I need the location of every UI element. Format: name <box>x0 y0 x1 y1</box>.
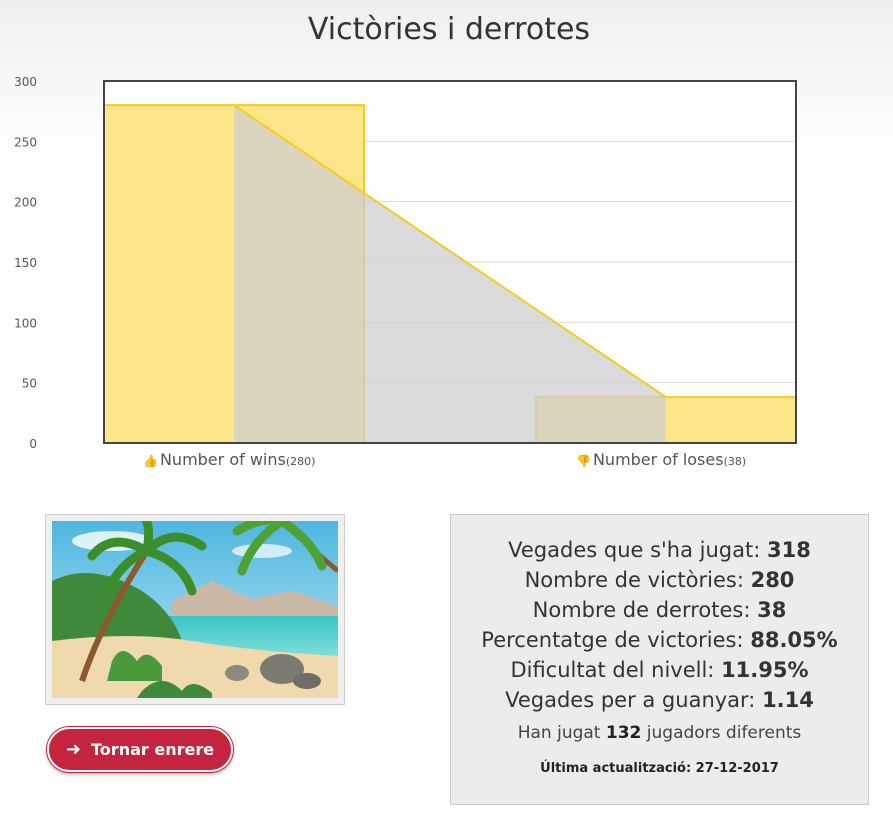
y-tick-label: 0 <box>29 437 37 451</box>
stat-wins: Nombre de victòries: 280 <box>524 568 795 592</box>
y-tick-label: 100 <box>14 316 37 330</box>
thumbs-down-icon: 👎 <box>576 454 591 468</box>
x-tick-loses: 👎 Number of loses(38) <box>576 450 746 469</box>
stat-loses: Nombre de derrotes: 38 <box>532 598 787 622</box>
stats-panel: Vegades que s'ha jugat: 318 Nombre de vi… <box>450 514 869 805</box>
level-thumbnail <box>45 514 345 705</box>
bar-chart: 0 50 100 150 200 250 300 <box>14 75 797 451</box>
arrow-left-icon: ➜ <box>65 739 82 760</box>
x-tick-label: Number of wins <box>159 450 286 469</box>
stat-players: Han jugat 132 jugadors diferents <box>517 723 802 743</box>
back-button-label: Tornar enrere <box>91 740 215 759</box>
y-tick-label: 300 <box>14 75 37 89</box>
y-tick-label: 200 <box>14 196 37 210</box>
y-tick-label: 250 <box>14 135 37 149</box>
beach-scene-image <box>52 521 338 698</box>
y-tick-label: 150 <box>14 256 37 270</box>
stat-times-played: Vegades que s'ha jugat: 318 <box>508 538 811 562</box>
stat-tries-per-win: Vegades per a guanyar: 1.14 <box>505 688 814 712</box>
back-button[interactable]: ➜ Tornar enrere <box>47 727 233 772</box>
chart-title: Victòries i derrotes <box>307 12 591 47</box>
y-tick-label: 50 <box>22 377 37 391</box>
stat-win-percentage: Percentatge de victories: 88.05% <box>481 628 838 652</box>
x-tick-count: (38) <box>723 455 747 468</box>
thumbs-up-icon: 👍 <box>143 454 158 468</box>
x-tick-label: Number of loses <box>592 450 724 469</box>
x-tick-count: (280) <box>285 455 316 468</box>
last-update: Última actualització: 27-12-2017 <box>540 761 779 776</box>
stat-difficulty: Dificultat del nivell: 11.95% <box>510 658 809 682</box>
x-tick-wins: 👍 Number of wins(280) <box>143 450 315 469</box>
